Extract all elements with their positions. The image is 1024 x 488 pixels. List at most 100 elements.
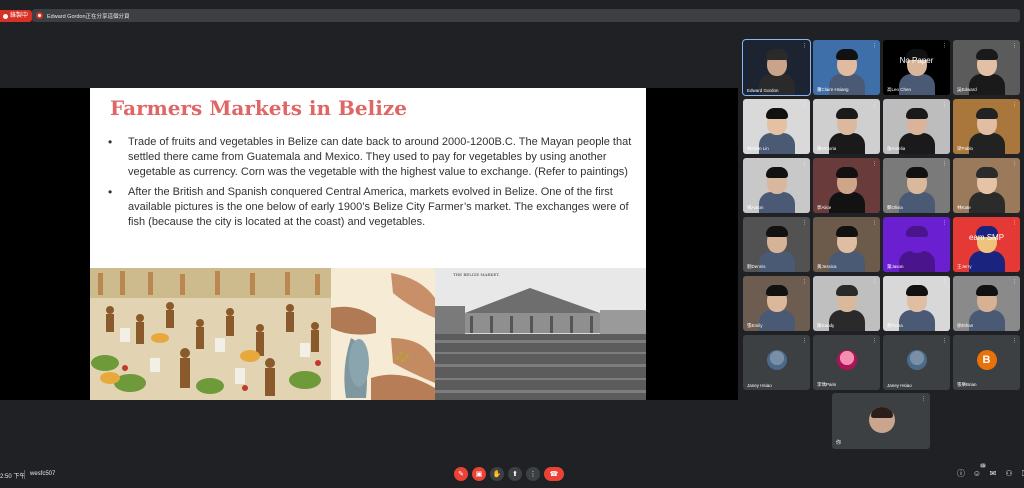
chat-icon: ✉ <box>989 469 997 478</box>
participant-tile[interactable]: ⋮ 吳Edward <box>953 40 1020 95</box>
info-button[interactable]: ⓘ <box>956 468 966 480</box>
top-bar: 錄製中 Edward Gordon正在分享這個分頁 <box>0 0 1024 28</box>
host-controls-button[interactable]: ⚿ <box>1020 468 1024 480</box>
participant-tile[interactable]: ⋮ 劉Dennis <box>743 217 810 272</box>
sharing-title: Edward Gordon正在分享這個分頁 <box>47 13 130 20</box>
mic-off-icon: ⋮ <box>1012 43 1017 49</box>
participant-hair <box>835 167 858 178</box>
participant-name: 詹Amelia <box>887 146 906 151</box>
participant-hair <box>975 49 998 60</box>
mic-off-icon: ⋮ <box>872 220 877 226</box>
slide-bullets: Trade of fruits and vegetables in Belize… <box>106 135 632 234</box>
mic-off-icon: ⋮ <box>872 161 877 167</box>
mic-toggle-button[interactable]: ✎ <box>454 467 468 481</box>
raise-hand-button[interactable]: ✋ <box>490 467 504 481</box>
photo-caption: THE BELIZE MARKET. <box>453 272 500 277</box>
participant-tile[interactable]: ⋮ Edward Gordon <box>742 39 811 96</box>
participant-tile[interactable]: ⋮ 梁Pablo <box>953 99 1020 154</box>
participant-tile[interactable]: eam SMP ⋮ 王Jerry <box>953 217 1020 272</box>
participant-hair <box>905 226 928 237</box>
participant-tile[interactable]: ⋮ 林Allen Lin <box>743 99 810 154</box>
participant-hair <box>905 108 928 119</box>
participant-avatar <box>766 350 787 370</box>
participant-tile[interactable]: B ⋮ 張樂Brian <box>953 335 1020 390</box>
mic-off-icon: ⋮ <box>802 279 807 285</box>
participant-body <box>758 192 795 213</box>
mic-off-icon: ⋮ <box>802 220 807 226</box>
participant-tile[interactable]: No Paper ⋮ 高Leo Chen <box>883 40 950 95</box>
info-icon: ⓘ <box>957 469 965 478</box>
self-name: 你 <box>836 440 842 446</box>
sharing-banner: Edward Gordon正在分享這個分頁 <box>32 9 1020 22</box>
participant-name: 梁Pablo <box>957 146 974 151</box>
mic-off-icon: ⋮ <box>942 102 947 108</box>
participant-body <box>968 192 1005 213</box>
leave-call-button[interactable]: ☎ <box>544 467 564 481</box>
participant-tile[interactable]: ⋮ 鄭Olivia <box>883 158 950 213</box>
participant-tile[interactable]: ⋮ 張Emily <box>743 276 810 331</box>
participant-name: 楊Aaron <box>747 205 764 210</box>
participant-tile[interactable]: ⋮ 詹Amelia <box>883 99 950 154</box>
mic-off-icon: ⋮ <box>872 279 877 285</box>
participant-hair <box>835 108 858 119</box>
activities-icon: ⚇ <box>1005 469 1013 478</box>
camera-toggle-button[interactable]: ▣ <box>472 467 486 481</box>
participant-tile[interactable]: ⋮ 郭Alice <box>813 158 880 213</box>
present-button[interactable]: ⬆ <box>508 467 522 481</box>
participant-hair <box>905 167 928 178</box>
self-view-tile[interactable]: ⋮ 你 <box>832 393 930 449</box>
recording-label: 錄製中 <box>10 13 29 19</box>
bottom-bar: 2:50 下午 wesfc507 ✎ ▣ ✋ ⬆ ⋮ ☎ ⓘ ☺25 ✉ ⚇ ⚿ <box>0 462 1024 488</box>
mayan-market-painting <box>90 268 331 400</box>
mic-off-icon: ⋮ <box>872 43 877 49</box>
participant-avatar <box>906 350 927 370</box>
participant-name: 黃Jessica <box>817 264 837 269</box>
mic-off-icon: ⋮ <box>802 338 807 344</box>
more-options-button[interactable]: ⋮ <box>526 467 540 481</box>
belize-market-photo: THE BELIZE MARKET. <box>435 268 646 400</box>
participant-tile[interactable]: ⋮ 蕭Claire Hsiang <box>813 40 880 95</box>
participant-hair <box>765 285 788 296</box>
participant-name: 郭Alice <box>817 205 832 210</box>
mic-off-icon: ⋮ <box>1012 279 1017 285</box>
participant-body <box>968 133 1005 154</box>
tile-overlay-text: No Paper <box>899 56 934 65</box>
mic-off-icon: ⋮ <box>942 279 947 285</box>
divider <box>24 470 25 479</box>
participant-name: 鄭Olivia <box>887 205 903 210</box>
present-icon: ⬆ <box>512 471 518 478</box>
participant-tile[interactable]: ⋮ 陳Sandy <box>813 276 880 331</box>
mic-off-icon: ⋮ <box>1012 102 1017 108</box>
participant-name: 林Allen Lin <box>747 146 769 151</box>
participant-name: 劉Dennis <box>747 264 766 269</box>
participant-tile[interactable]: ⋮ 李瑀Paris <box>813 335 880 390</box>
people-icon: ☺ <box>972 469 982 478</box>
participant-hair <box>975 285 998 296</box>
participant-body <box>898 310 935 331</box>
participant-tile[interactable]: ⋮ 楊Aaron <box>743 158 810 213</box>
mic-off-icon: ⋮ <box>1012 220 1017 226</box>
participant-tile[interactable]: ⋮ 徐Ethan <box>953 276 1020 331</box>
recording-badge[interactable]: 錄製中 <box>0 10 33 22</box>
hands-trading-illustration <box>331 268 435 400</box>
chat-button[interactable]: ✉ <box>988 468 998 480</box>
slide-bullet: Trade of fruits and vegetables in Belize… <box>106 135 632 181</box>
participant-name: Edward Gordon <box>747 88 779 93</box>
participant-tile[interactable]: ⋮ 黃Jessica <box>813 217 880 272</box>
mic-off-icon: ⋮ <box>872 338 877 344</box>
mic-off-icon: ⋮ <box>942 338 947 344</box>
participant-tile[interactable]: ⋮ 葉Jason <box>883 217 950 272</box>
mic-off-icon: ⋮ <box>942 43 947 49</box>
slide-bullet: After the British and Spanish conquered … <box>106 185 632 231</box>
participant-tile[interactable]: ⋮ Janey Hsiao <box>883 335 950 390</box>
activities-button[interactable]: ⚇ <box>1004 468 1014 480</box>
more-icon: ⋮ <box>529 471 537 478</box>
participant-hair <box>765 226 788 237</box>
participant-tile[interactable]: ⋮ 陳Victoria <box>813 99 880 154</box>
participant-name: 蔡Fiona <box>887 323 903 328</box>
participant-tile[interactable]: ⋮ 林Kate <box>953 158 1020 213</box>
participant-tile[interactable]: ⋮ Janey Hsiao <box>743 335 810 390</box>
mic-off-icon: ⋮ <box>872 102 877 108</box>
people-button[interactable]: ☺ 25 <box>972 463 986 480</box>
participant-tile[interactable]: ⋮ 蔡Fiona <box>883 276 950 331</box>
